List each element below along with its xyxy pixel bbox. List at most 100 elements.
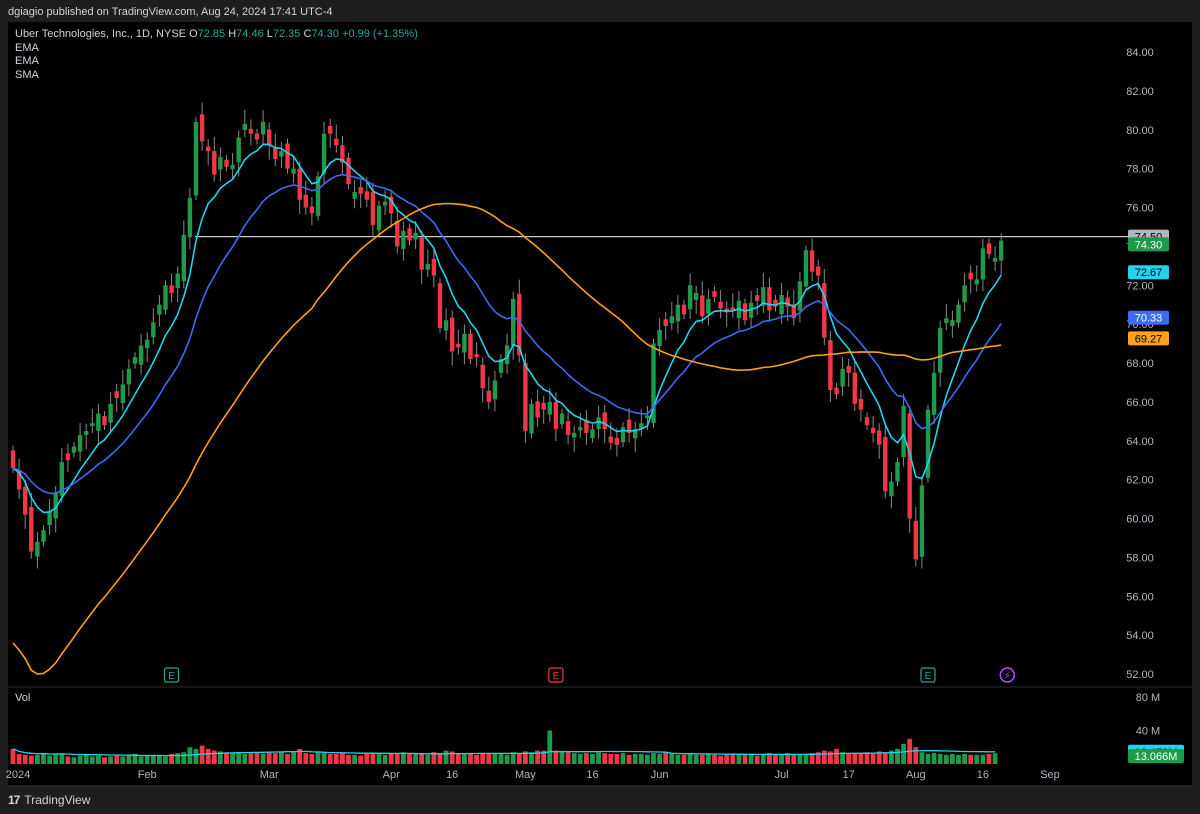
candle <box>541 395 546 424</box>
price-tick-label: 84.00 <box>1126 47 1154 59</box>
candle-body <box>370 192 376 225</box>
candle-body <box>596 417 601 430</box>
change-value: +0.99 (+1.35%) <box>342 28 418 40</box>
candle <box>492 370 498 412</box>
candle <box>944 304 949 331</box>
volume-bar <box>498 753 504 764</box>
volume-bar <box>846 753 852 764</box>
tradingview-logo-icon[interactable]: 17 <box>8 793 20 807</box>
candle-body <box>10 450 16 468</box>
ohlc-low: L72.35 <box>267 28 304 40</box>
candle <box>273 133 278 167</box>
earnings-marker-icon[interactable]: E <box>164 667 180 683</box>
time-tick-label: Feb <box>138 769 157 781</box>
volume-bar <box>956 754 961 764</box>
candle-body <box>84 431 89 435</box>
volume-bar <box>584 753 589 764</box>
volume-bar <box>352 754 357 764</box>
volume-bar <box>364 753 370 764</box>
volume-bar <box>663 752 669 764</box>
volume-bar <box>779 753 784 764</box>
candle <box>108 391 113 433</box>
candle-body <box>553 401 559 430</box>
volume-bar <box>407 753 412 764</box>
volume-bar <box>986 753 992 764</box>
candle-body <box>267 129 272 146</box>
time-tick-label: 16 <box>446 769 458 781</box>
candle <box>706 289 711 326</box>
volume-bar <box>565 752 571 764</box>
candle-body <box>870 427 876 433</box>
candle-body <box>864 417 870 426</box>
volume-bar <box>285 753 290 764</box>
candle-body <box>834 387 839 395</box>
low-value: 72.35 <box>272 28 301 40</box>
candle-body <box>23 486 28 515</box>
chart-canvas[interactable]: EEE⚡ 84.0082.0080.0078.0076.0074.0072.00… <box>0 0 1200 814</box>
symbol-name[interactable]: Uber Technologies, Inc., 1D, NYSE <box>15 28 186 40</box>
price-tick-label: 82.00 <box>1126 86 1154 98</box>
indicator-ema-fast[interactable]: EMA <box>15 42 418 56</box>
event-marker-icon[interactable]: ⚡ <box>999 667 1016 683</box>
candle-body <box>645 415 650 419</box>
volume-bar <box>596 752 601 764</box>
candle <box>986 238 992 260</box>
candle-body <box>602 412 607 430</box>
candle-body <box>279 151 284 157</box>
candle <box>254 128 260 145</box>
earnings-marker-icon[interactable]: E <box>548 667 564 683</box>
svg-text:72.67: 72.67 <box>1135 267 1163 279</box>
candle-body <box>413 232 418 240</box>
candle-body <box>895 462 900 482</box>
candle-body <box>590 429 595 439</box>
volume-bar <box>77 755 83 764</box>
candle-body <box>974 279 979 285</box>
volume-bar <box>327 753 333 764</box>
volume-bar <box>370 753 376 764</box>
candle-body <box>145 339 150 349</box>
candle <box>462 324 467 365</box>
time-tick-label: Mar <box>260 769 279 781</box>
candle <box>773 294 778 312</box>
ema-fast-line <box>12 143 1002 514</box>
candle <box>736 291 742 330</box>
indicator-ema-slow[interactable]: EMA <box>15 55 418 69</box>
candle-body <box>303 194 308 208</box>
time-tick-label: Sep <box>1040 769 1060 781</box>
candle <box>230 152 235 179</box>
candle-body <box>968 272 973 280</box>
candle <box>730 293 735 318</box>
candle <box>77 423 83 462</box>
candle <box>29 492 34 559</box>
earnings-marker-icon[interactable]: E <box>920 667 936 683</box>
candle <box>962 273 967 312</box>
candle-body <box>29 507 34 552</box>
brand-name[interactable]: TradingView <box>24 793 90 807</box>
volume-bar <box>748 754 754 764</box>
candle <box>956 299 961 328</box>
candle <box>163 280 168 315</box>
indicator-sma[interactable]: SMA <box>15 69 418 83</box>
price-label: 72.67 <box>1128 265 1169 280</box>
volume-bar <box>181 752 187 764</box>
candle <box>858 389 864 422</box>
candle <box>437 278 443 333</box>
candle <box>809 238 815 282</box>
volume-bar <box>22 754 28 764</box>
volume-pane-title[interactable]: Vol <box>15 692 30 704</box>
candle-body <box>260 121 266 135</box>
candle-body <box>523 362 528 432</box>
candle <box>834 382 839 399</box>
candle-body <box>120 384 125 404</box>
candle-body <box>163 285 168 310</box>
volume-bar <box>41 753 46 764</box>
candle-body <box>797 281 803 311</box>
legend-symbol-row: Uber Technologies, Inc., 1D, NYSE O72.85… <box>15 28 418 42</box>
volume-bar <box>797 754 803 764</box>
svg-text:⚡: ⚡ <box>1004 671 1011 682</box>
volume-bar <box>468 753 473 764</box>
candle-body <box>572 432 577 438</box>
price-tick-label: 54.00 <box>1126 630 1154 642</box>
volume-axis: 80 M40 M18.479M13.066M <box>1128 692 1184 764</box>
candle <box>626 407 632 443</box>
